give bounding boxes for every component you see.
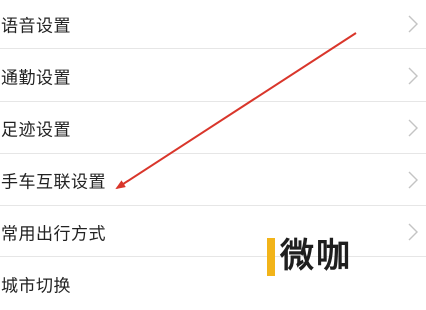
watermark-accent-bar [267,238,275,276]
settings-item-voice[interactable]: 语音设置 [0,0,426,50]
settings-item-label: 语音设置 [1,16,71,37]
chevron-right-icon [408,15,418,33]
settings-item-label: 通勤设置 [1,68,71,89]
chevron-right-icon [408,67,418,85]
watermark-text: 微咖 [280,236,352,276]
chevron-right-icon [408,223,418,241]
settings-item-footprint[interactable]: 足迹设置 [0,102,426,154]
watermark-logo: 微咖 [267,234,383,278]
settings-item-label: 常用出行方式 [1,224,106,245]
settings-item-commute[interactable]: 通勤设置 [0,50,426,102]
chevron-right-icon [408,171,418,189]
settings-item-car-phone-link[interactable]: 手车互联设置 [0,154,426,206]
chevron-right-icon [408,119,418,137]
settings-item-label: 足迹设置 [1,120,71,141]
settings-item-label: 手车互联设置 [1,172,106,193]
divider [0,48,426,49]
settings-item-label: 城市切换 [1,276,71,297]
